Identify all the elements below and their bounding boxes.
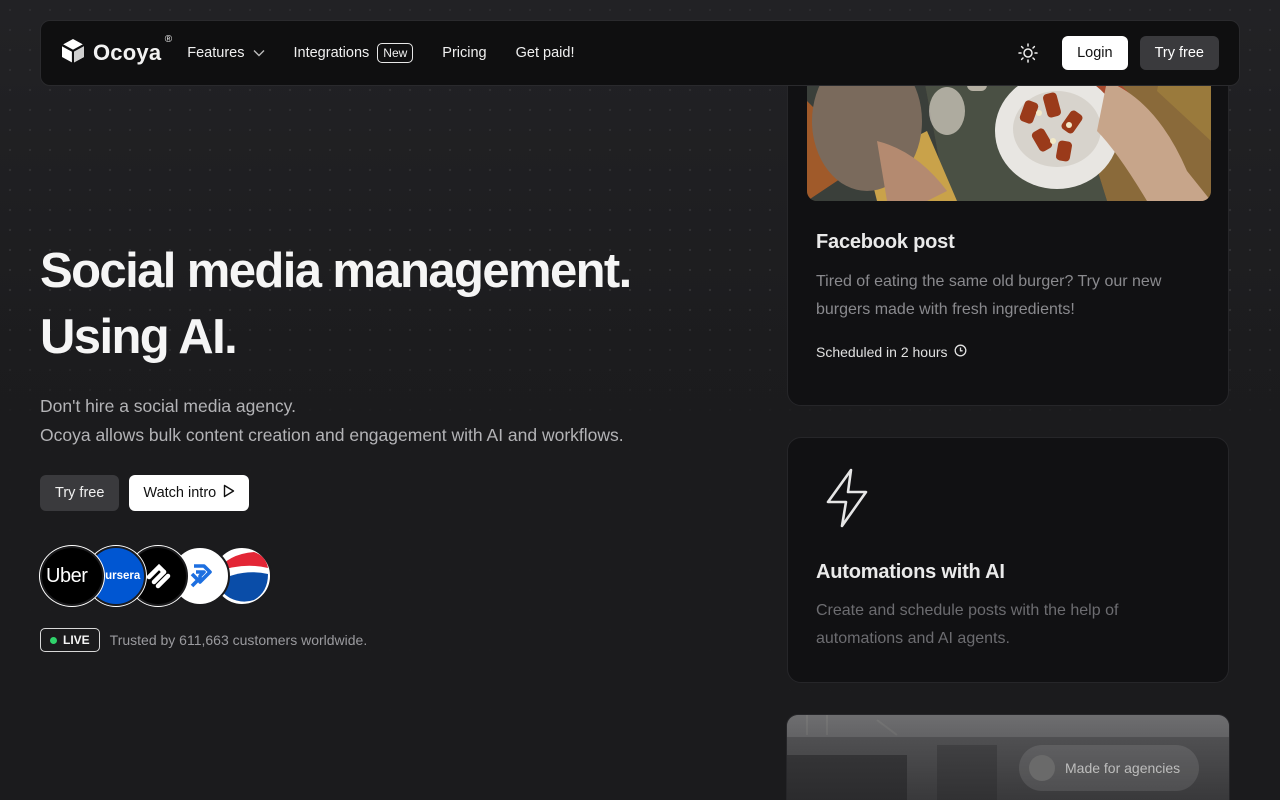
logo[interactable]: Ocoya ® xyxy=(61,34,173,69)
live-badge: LIVE xyxy=(40,628,100,652)
live-label: LIVE xyxy=(63,633,90,647)
hero-title: Social media management. Using AI. xyxy=(40,238,740,370)
chevron-down-icon xyxy=(253,45,265,61)
nav-link-label: Get paid! xyxy=(515,45,575,61)
trust-row: LIVE Trusted by 611,663 customers worldw… xyxy=(40,628,740,652)
uber-logo-text: Uber xyxy=(46,564,88,587)
made-for-agencies-badge: Made for agencies xyxy=(1019,745,1199,791)
nav-link-label: Integrations xyxy=(293,45,370,61)
new-badge: New xyxy=(377,43,414,63)
agencies-label: Made for agencies xyxy=(1065,760,1181,776)
avatar xyxy=(1029,755,1055,781)
hero-try-free-button[interactable]: Try free xyxy=(40,475,120,511)
scheduled-label: Scheduled in 2 hours xyxy=(816,344,948,360)
cube-logo-icon xyxy=(61,38,85,69)
watch-intro-label: Watch intro xyxy=(143,485,217,501)
nav-links: Features Integrations New Pricing Get pa… xyxy=(187,43,574,63)
nav-link-features[interactable]: Features xyxy=(187,45,264,61)
hero-subtitle-line2: Ocoya allows bulk content creation and e… xyxy=(40,425,624,445)
nav-link-integrations[interactable]: Integrations New xyxy=(294,43,414,63)
nav-link-pricing[interactable]: Pricing xyxy=(442,45,486,61)
agencies-card: Made for agencies xyxy=(786,714,1230,800)
scheduled-status: Scheduled in 2 hours xyxy=(816,344,967,360)
uber-logo: Uber xyxy=(40,546,104,606)
sun-icon[interactable] xyxy=(1016,41,1040,65)
live-dot-icon xyxy=(50,636,57,644)
customer-logos: Uber coursera xyxy=(40,546,740,606)
facebook-post-title: Facebook post xyxy=(816,231,955,253)
hero-title-line1: Social media management. xyxy=(40,244,632,298)
facebook-post-text: Tired of eating the same old burger? Try… xyxy=(816,273,1162,318)
automations-text: Create and schedule posts with the help … xyxy=(816,602,1119,647)
page: Ocoya ® Features Integrations New Pricing… xyxy=(0,0,1280,800)
hero-title-line2: Using AI. xyxy=(40,310,238,364)
hero-buttons: Try free Watch intro xyxy=(40,475,740,511)
nav-link-label: Pricing xyxy=(442,45,487,61)
registered-mark: ® xyxy=(164,34,173,45)
logo-text: Ocoya ® xyxy=(93,34,173,65)
nav-link-label: Features xyxy=(187,45,245,61)
watch-intro-button[interactable]: Watch intro xyxy=(129,475,250,511)
trust-text: Trusted by 611,663 customers worldwide. xyxy=(109,632,368,648)
play-icon xyxy=(223,484,235,502)
lightning-icon xyxy=(824,468,870,533)
nav-actions: Login Try free xyxy=(1016,36,1219,70)
login-button[interactable]: Login xyxy=(1062,36,1128,70)
nav-try-free-button[interactable]: Try free xyxy=(1139,36,1219,70)
navbar: Ocoya ® Features Integrations New Pricing… xyxy=(40,20,1240,86)
nav-link-get-paid[interactable]: Get paid! xyxy=(516,45,575,61)
clock-icon xyxy=(954,344,967,360)
automations-card: Automations with AI Create and schedule … xyxy=(787,437,1229,683)
facebook-post-card: Facebook post Tired of eating the same o… xyxy=(787,40,1229,406)
automations-title: Automations with AI xyxy=(816,561,1005,583)
hero: Social media management. Using AI. Don't… xyxy=(40,238,740,652)
hero-subtitle: Don't hire a social media agency. Ocoya … xyxy=(40,392,740,450)
hero-subtitle-line1: Don't hire a social media agency. xyxy=(40,396,296,416)
